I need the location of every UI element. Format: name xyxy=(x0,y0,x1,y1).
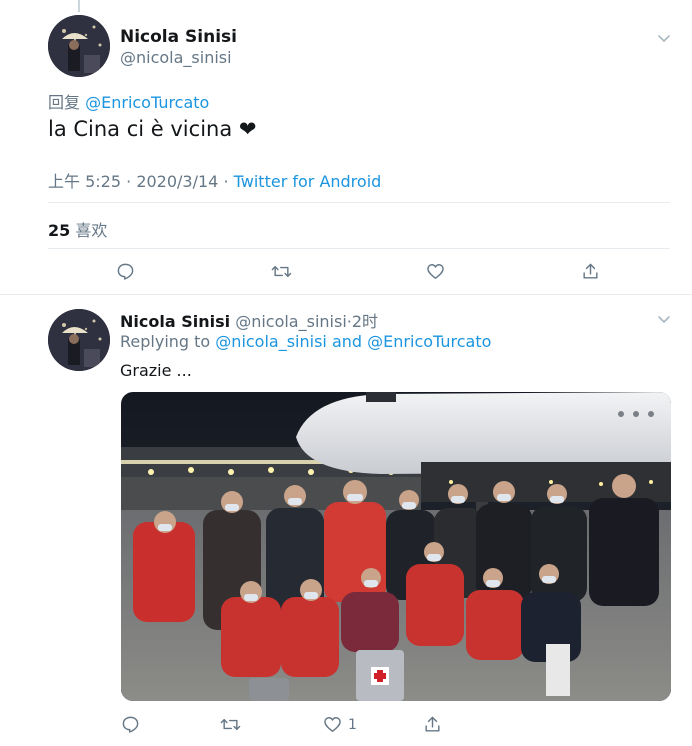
reply-icon xyxy=(117,263,134,280)
divider xyxy=(48,248,670,249)
reply-context: 回复 @EnricoTurcato xyxy=(48,89,209,113)
avatar-image xyxy=(48,15,110,77)
replying-link-1[interactable]: @nicola_sinisi xyxy=(215,332,327,351)
divider xyxy=(48,202,670,203)
replying-to: Replying to @nicola_sinisi and @EnricoTu… xyxy=(120,332,491,351)
tweet-time[interactable]: 上午 5:25 xyxy=(48,172,121,191)
tweet-photo[interactable] xyxy=(121,392,671,701)
heart-icon xyxy=(427,264,444,279)
reply-button[interactable] xyxy=(116,262,135,281)
reply-age[interactable]: 2时 xyxy=(352,312,378,331)
reply-text: Grazie ... xyxy=(120,361,192,380)
author-handle[interactable]: @nicola_sinisi xyxy=(120,48,232,67)
likes-label: 喜欢 xyxy=(75,221,108,240)
retweet-icon xyxy=(220,719,241,730)
share-icon xyxy=(425,716,440,732)
group-photo-image xyxy=(121,392,671,701)
reply-avatar[interactable] xyxy=(48,309,110,371)
tweet-meta: 上午 5:25 · 2020/3/14 · Twitter for Androi… xyxy=(48,168,381,192)
divider xyxy=(0,294,692,295)
tweet-text: la Cina ci è vicina ❤ xyxy=(48,117,257,141)
share-button[interactable] xyxy=(581,262,600,281)
reply-to-link[interactable]: @EnricoTurcato xyxy=(85,93,209,112)
reply-icon xyxy=(122,716,139,733)
chevron-down-icon[interactable] xyxy=(656,311,672,331)
chevron-down-icon[interactable] xyxy=(656,30,672,50)
replying-and: and xyxy=(331,332,363,351)
heart-icon xyxy=(324,717,341,732)
avatar[interactable] xyxy=(48,15,110,77)
share-icon xyxy=(583,263,598,279)
meta-separator: · xyxy=(126,172,132,191)
replying-link-2[interactable]: @EnricoTurcato xyxy=(367,332,491,351)
reply-author-handle[interactable]: @nicola_sinisi xyxy=(235,312,347,331)
author-name[interactable]: Nicola Sinisi xyxy=(120,27,237,47)
like-button[interactable]: 1 xyxy=(323,715,357,734)
retweet-button[interactable] xyxy=(220,715,241,734)
retweet-button[interactable] xyxy=(271,262,292,281)
tweet-date[interactable]: 2020/3/14 xyxy=(136,172,218,191)
like-count: 1 xyxy=(348,716,357,733)
reply-prefix: 回复 xyxy=(48,93,81,112)
reply-button[interactable] xyxy=(121,715,140,734)
retweet-icon xyxy=(271,266,292,277)
likes-stat[interactable]: 25 喜欢 xyxy=(48,217,107,241)
tweet-source[interactable]: Twitter for Android xyxy=(234,172,382,191)
heart-emoji: ❤ xyxy=(238,117,257,141)
tweet-text-body: la Cina ci è vicina xyxy=(48,117,233,141)
replying-label: Replying to xyxy=(120,332,211,351)
avatar-image xyxy=(48,309,110,371)
share-button[interactable] xyxy=(423,715,442,734)
thread-connector-line xyxy=(78,0,80,12)
reply-author-name[interactable]: Nicola Sinisi xyxy=(120,312,230,331)
like-button[interactable] xyxy=(426,262,445,281)
likes-count: 25 xyxy=(48,221,71,240)
meta-separator: · xyxy=(223,172,229,191)
reply-header: Nicola Sinisi @nicola_sinisi·2时 xyxy=(120,308,378,332)
